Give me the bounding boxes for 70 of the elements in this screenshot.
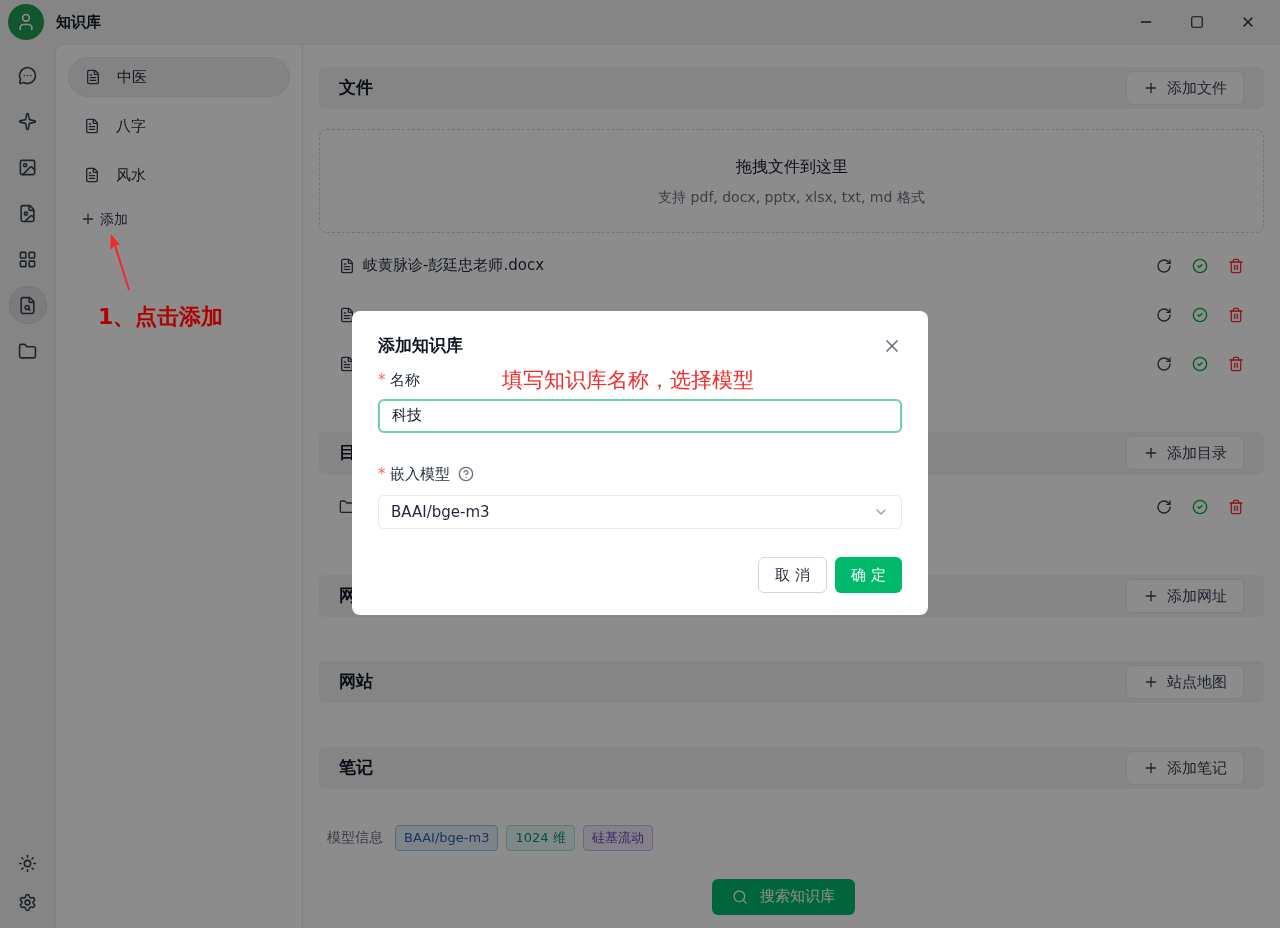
check-icon[interactable] [1192,355,1208,372]
drop-zone[interactable]: 拖拽文件到这里 支持 pdf, docx, pptx, xlsx, txt, md 格式 [319,129,1264,233]
dialog-title: 添加知识库 [378,334,463,357]
delete-icon[interactable] [1228,306,1244,323]
add-button[interactable]: 添加文件 [1126,71,1244,105]
tag: BAAI/bge-m3 [395,825,499,851]
sparkle-icon [18,111,37,131]
document-icon [85,69,101,85]
nav-item[interactable] [8,286,47,324]
delete-icon[interactable] [1228,257,1244,274]
tag: 1024 维 [506,825,575,851]
refresh-icon[interactable] [1156,306,1172,323]
chat-icon [18,65,37,85]
model-info-label: 模型信息 [327,828,383,848]
field-label: 名称 [389,370,421,392]
document-icon [84,118,100,134]
confirm-button[interactable]: 确 定 [835,557,902,593]
grid-icon [18,249,37,269]
knowledge-base-item[interactable]: 八字 [68,106,290,146]
plus-icon [1143,674,1159,690]
image-icon [18,157,37,177]
required-mark: * [378,463,386,485]
annotation-text: 1、点击添加 [98,303,224,331]
annotation-text: 填写知识库名称，选择模型 [501,366,754,394]
check-icon[interactable] [1192,257,1208,274]
maximize-icon[interactable] [1190,15,1204,29]
check-icon[interactable] [1192,306,1208,323]
refresh-icon[interactable] [1156,498,1172,515]
name-field[interactable]: 科技 [378,398,902,433]
add-button[interactable]: 添加笔记 [1126,751,1244,785]
section-title: 文件 [339,76,373,100]
avatar[interactable] [8,4,44,40]
drop-hint: 支持 pdf, docx, pptx, xlsx, txt, md 格式 [658,187,925,207]
model-select[interactable]: BAAI/bge-m3 [378,495,902,529]
section-title: 笔记 [339,756,373,780]
delete-icon[interactable] [1228,355,1244,372]
document-icon [339,306,355,323]
settings-icon[interactable] [18,893,37,912]
document-search-icon [18,295,37,315]
tag: 硅基流动 [582,825,653,851]
refresh-icon[interactable] [1156,257,1172,274]
plus-icon [80,211,96,227]
add-button[interactable]: 站点地图 [1126,665,1244,699]
plus-icon [1143,588,1159,604]
folder-icon [18,341,37,361]
plus-icon [1143,760,1159,776]
search-icon [732,888,748,905]
help-icon[interactable] [457,465,474,482]
add-button[interactable]: 添加网址 [1126,579,1244,613]
plus-icon [1143,445,1159,461]
check-icon[interactable] [1192,498,1208,515]
window-title: 知识库 [56,11,101,33]
cancel-button[interactable]: 取 消 [758,557,828,593]
required-mark: * [378,370,386,392]
delete-icon[interactable] [1228,498,1244,515]
document-icon [339,257,355,274]
user-icon [16,12,36,32]
knowledge-base-item[interactable]: 中医 [68,57,290,97]
field-label: 嵌入模型 [389,463,450,485]
document-icon [84,167,100,183]
plus-icon [1143,80,1159,96]
refresh-icon[interactable] [1156,355,1172,372]
file-name: 岐黄脉诊-彭廷忠老师.docx [363,255,544,277]
add-link[interactable]: 添加 [68,204,140,234]
drop-title: 拖拽文件到这里 [735,155,848,178]
document-icon [339,355,355,372]
knowledge-base-item[interactable]: 风水 [68,155,290,195]
section-title: 网站 [339,670,373,694]
add-button[interactable]: 添加目录 [1126,436,1244,470]
sun-icon[interactable] [18,854,37,873]
